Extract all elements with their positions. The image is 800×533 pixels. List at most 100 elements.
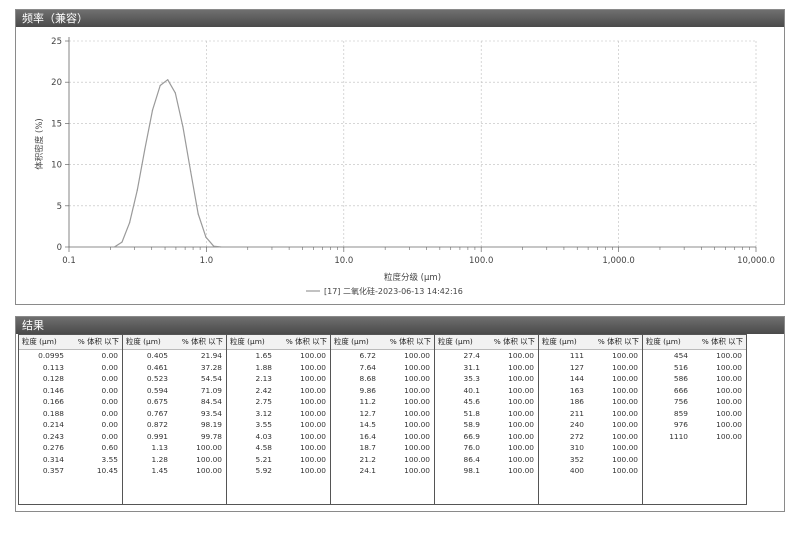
percent-cell: 100.00 [716,397,742,406]
table-row: 0.314 3.55 [19,454,122,466]
percent-cell: 100.00 [716,431,742,441]
header-percent: % 体积 以下 [285,337,327,346]
table-header: 粒度 (µm) % 体积 以下 [123,335,226,350]
percent-cell: 100.00 [508,454,534,464]
table-row: 0.146 0.00 [19,385,122,397]
data-point [220,246,222,248]
table-row: 352 100.00 [539,454,642,466]
frequency-chart: 0 5 10 15 20 25 0.1 1.0 10.0 100.0 1,000.0 10,000.0… [34,37,775,296]
header-percent: % 体积 以下 [389,337,431,346]
size-cell: 0.166 [42,397,64,406]
size-cell: 3.12 [255,408,272,418]
table-column-group: 粒度 (µm) % 体积 以下 27.4 100.00 31.1 100.00 35.3 10… [434,334,539,505]
percent-cell: 0.00 [101,420,118,429]
table-row: 1110 100.00 [643,431,746,443]
percent-cell: 100.00 [196,454,222,464]
percent-cell: 100.00 [404,431,430,441]
table-header: 粒度 (µm) % 体积 以下 [435,335,538,350]
percent-cell: 100.00 [508,362,534,372]
data-point [136,189,138,191]
percent-cell: 100.00 [300,466,326,475]
size-cell: 352 [569,454,584,464]
table-header: 粒度 (µm) % 体积 以下 [19,335,122,350]
percent-cell: 100.00 [300,374,326,383]
percent-cell: 21.94 [200,351,222,360]
percent-cell: 100.00 [404,454,430,464]
size-cell: 756 [673,397,688,406]
size-cell: 45.6 [463,397,480,406]
x-tick-label: 10,000.0 [737,256,775,266]
frequency-panel: 频率（兼容） 0 5 10 15 20 25 0.1 1.0 10.0 100.0 1,000.0 1… [15,9,785,305]
table-row: 21.2 100.00 [331,454,434,466]
y-tick-label: 5 [57,202,62,212]
header-percent: % 体积 以下 [493,337,535,346]
size-cell: 27.4 [463,351,480,360]
table-row: 86.4 100.00 [435,454,538,466]
table-row: 8.68 100.00 [331,373,434,385]
size-cell: 400 [569,466,584,475]
size-cell: 454 [673,351,688,360]
header-percent: % 体积 以下 [597,337,639,346]
data-point [213,245,215,247]
table-column-group: 粒度 (µm) % 体积 以下 6.72 100.00 7.64 100.00 8.68 10… [330,334,435,505]
x-tick-label: 0.1 [62,256,76,266]
size-cell: 0.276 [42,443,64,452]
size-cell: 11.2 [359,397,376,406]
percent-cell: 100.00 [508,420,534,429]
percent-cell: 0.00 [101,385,118,395]
x-tick-label: 1.0 [200,256,214,266]
size-cell: 76.0 [463,443,480,452]
size-cell: 5.21 [255,454,272,464]
header-size: 粒度 (µm) [646,337,681,346]
percent-cell: 100.00 [196,466,222,475]
percent-cell: 0.00 [101,374,118,383]
percent-cell: 100.00 [404,374,430,383]
percent-cell: 98.19 [200,420,222,429]
table-row: 0.214 0.00 [19,419,122,431]
table-row: 240 100.00 [539,419,642,431]
percent-cell: 100.00 [612,454,638,464]
header-size: 粒度 (µm) [334,337,369,346]
percent-cell: 100.00 [404,443,430,452]
table-row: 51.8 100.00 [435,408,538,420]
percent-cell: 71.09 [200,385,222,395]
size-cell: 186 [569,397,584,406]
percent-cell: 100.00 [404,362,430,372]
percent-cell: 84.54 [200,397,222,406]
table-row: 2.75 100.00 [227,396,330,408]
percent-cell: 0.00 [101,431,118,441]
percent-cell: 100.00 [612,397,638,406]
table-column-group: 粒度 (µm)% 体积 以下 0.0995 0.00 0.113 0.00 0.128 0.… [18,334,123,505]
percent-cell: 54.54 [200,374,222,383]
result-table: 粒度 (µm)% 体积 以下 0.0995 0.00 0.113 0.00 0.128 0.… [16,334,784,511]
table-row: 0.243 0.00 [19,431,122,443]
table-row: 2.42 100.00 [227,385,330,397]
percent-cell: 100.00 [716,351,742,360]
table-row: 144 100.00 [539,373,642,385]
size-cell: 310 [569,443,584,452]
table-row: 454 100.00 [643,350,746,362]
data-point [151,109,154,111]
data-point [167,79,169,81]
size-cell: 4.58 [255,443,272,452]
percent-cell: 100.00 [300,397,326,406]
size-cell: 1.45 [151,466,168,475]
size-cell: 40.1 [463,385,480,395]
size-cell: 240 [569,420,584,429]
size-cell: 2.75 [255,397,272,406]
table-row: 756 100.00 [643,396,746,408]
table-row: 16.4 100.00 [331,431,434,443]
percent-cell: 100.00 [300,408,326,418]
table-row: 1.45 100.00 [123,465,226,477]
percent-cell: 100.00 [300,362,326,372]
size-cell: 127 [569,362,584,372]
table-row: 27.4 100.00 [435,350,538,362]
size-cell: 66.9 [463,431,480,441]
percent-cell: 100.00 [404,385,430,395]
y-tick-label: 15 [51,119,62,129]
table-row: 12.7 100.00 [331,408,434,420]
size-cell: 0.872 [146,420,168,429]
size-cell: 8.68 [359,374,376,383]
table-row: 11.2 100.00 [331,396,434,408]
size-cell: 9.86 [359,385,376,395]
